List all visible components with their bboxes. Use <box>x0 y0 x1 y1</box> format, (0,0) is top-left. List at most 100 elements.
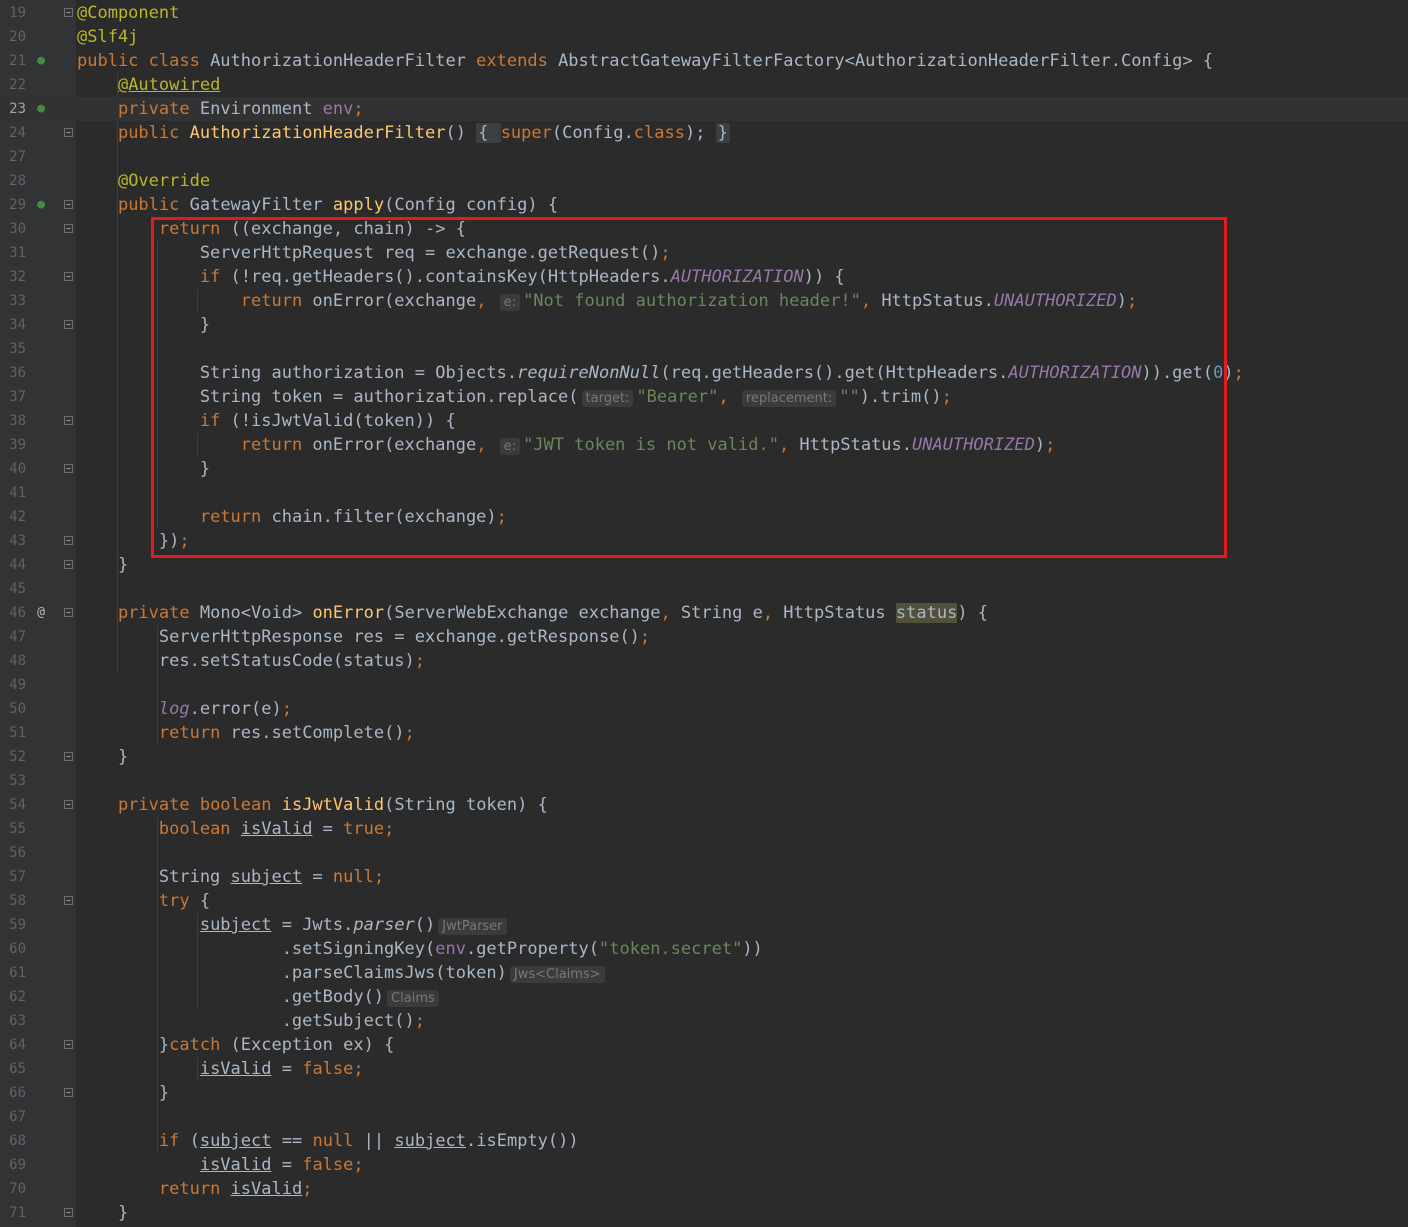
line-number[interactable]: 61 <box>0 961 26 985</box>
line-number[interactable]: 69 <box>0 1153 26 1177</box>
code-line[interactable]: 64 }catch (Exception ex) { <box>0 1033 1408 1057</box>
code-line[interactable]: 51 return res.setComplete(); <box>0 721 1408 745</box>
code-line[interactable]: 65 isValid = false; <box>0 1057 1408 1081</box>
code-line[interactable]: 53 <box>0 769 1408 793</box>
fold-marker-icon[interactable] <box>64 1088 73 1097</box>
code-line[interactable]: 23 ● private Environment env; <box>0 97 1408 121</box>
line-number[interactable]: 31 <box>0 241 26 265</box>
code-line[interactable]: 49 <box>0 673 1408 697</box>
line-number[interactable]: 51 <box>0 721 26 745</box>
code-line[interactable]: 67 <box>0 1105 1408 1129</box>
line-number[interactable]: 56 <box>0 841 26 865</box>
code-line[interactable]: 71 } <box>0 1201 1408 1225</box>
line-number[interactable]: 59 <box>0 913 26 937</box>
line-number[interactable]: 34 <box>0 313 26 337</box>
line-number[interactable]: 33 <box>0 289 26 313</box>
line-number[interactable]: 39 <box>0 433 26 457</box>
code-line[interactable]: 50 log.error(e); <box>0 697 1408 721</box>
code-line[interactable]: 38 if (!isJwtValid(token)) { <box>0 409 1408 433</box>
code-line[interactable]: 35 <box>0 337 1408 361</box>
line-number[interactable]: 67 <box>0 1105 26 1129</box>
code-line[interactable]: 29 ● public GatewayFilter apply(Config co… <box>0 193 1408 217</box>
code-line[interactable]: 63 .getSubject(); <box>0 1009 1408 1033</box>
code-line[interactable]: 43 }); <box>0 529 1408 553</box>
code-line[interactable]: 24 public AuthorizationHeaderFilter() { … <box>0 121 1408 145</box>
code-line[interactable]: 39 return onError(exchange, e: "JWT token… <box>0 433 1408 457</box>
fold-marker-icon[interactable] <box>64 1040 73 1049</box>
line-number[interactable]: 19 <box>0 1 26 25</box>
line-number[interactable]: 37 <box>0 385 26 409</box>
line-number[interactable]: 36 <box>0 361 26 385</box>
line-number[interactable]: 28 <box>0 169 26 193</box>
code-line[interactable]: 33 return onError(exchange, e: "Not found… <box>0 289 1408 313</box>
override-icon[interactable]: ● <box>33 197 49 213</box>
code-line[interactable]: 68 if (subject == null || subject.isEmpt… <box>0 1129 1408 1153</box>
code-editor[interactable]: 19 @Component 20 @Slf4j 21 ● public class Auth… <box>0 0 1408 1227</box>
line-number[interactable]: 68 <box>0 1129 26 1153</box>
line-number[interactable]: 50 <box>0 697 26 721</box>
fold-marker-icon[interactable] <box>64 128 73 137</box>
code-line[interactable]: 69 isValid = false; <box>0 1153 1408 1177</box>
line-number[interactable]: 45 <box>0 577 26 601</box>
at-icon[interactable]: @ <box>33 605 49 621</box>
bean-icon[interactable]: ● <box>33 53 49 69</box>
code-line[interactable]: 27 <box>0 145 1408 169</box>
line-number[interactable]: 29 <box>0 193 26 217</box>
code-line[interactable]: 22 @Autowired <box>0 73 1408 97</box>
line-number[interactable]: 54 <box>0 793 26 817</box>
fold-marker-icon[interactable] <box>64 800 73 809</box>
code-line[interactable]: 59 subject = Jwts.parser() JwtParser <box>0 913 1408 937</box>
line-number[interactable]: 35 <box>0 337 26 361</box>
code-line[interactable]: 32 if (!req.getHeaders().containsKey(Htt… <box>0 265 1408 289</box>
code-line[interactable]: 28 @Override <box>0 169 1408 193</box>
code-line[interactable]: 70 return isValid; <box>0 1177 1408 1201</box>
line-number[interactable]: 42 <box>0 505 26 529</box>
code-line[interactable]: 45 <box>0 577 1408 601</box>
line-number[interactable]: 27 <box>0 145 26 169</box>
code-line[interactable]: 20 @Slf4j <box>0 25 1408 49</box>
line-number[interactable]: 49 <box>0 673 26 697</box>
code-line[interactable]: 56 <box>0 841 1408 865</box>
line-number[interactable]: 66 <box>0 1081 26 1105</box>
code-line[interactable]: 62 .getBody() Claims <box>0 985 1408 1009</box>
line-number[interactable]: 44 <box>0 553 26 577</box>
code-line[interactable]: 60 .setSigningKey(env.getProperty("token… <box>0 937 1408 961</box>
line-number[interactable]: 57 <box>0 865 26 889</box>
code-line[interactable]: 34 } <box>0 313 1408 337</box>
line-number[interactable]: 60 <box>0 937 26 961</box>
code-line[interactable]: 41 <box>0 481 1408 505</box>
fold-marker-icon[interactable] <box>64 560 73 569</box>
line-number[interactable]: 32 <box>0 265 26 289</box>
code-line[interactable]: 31 ServerHttpRequest req = exchange.getR… <box>0 241 1408 265</box>
line-number[interactable]: 63 <box>0 1009 26 1033</box>
line-number[interactable]: 47 <box>0 625 26 649</box>
code-line[interactable]: 57 String subject = null; <box>0 865 1408 889</box>
fold-marker-icon[interactable] <box>64 608 73 617</box>
line-number[interactable]: 62 <box>0 985 26 1009</box>
fold-marker-icon[interactable] <box>64 536 73 545</box>
fold-marker-icon[interactable] <box>64 8 73 17</box>
code-line[interactable]: 54 private boolean isJwtValid(String tok… <box>0 793 1408 817</box>
fold-marker-icon[interactable] <box>64 200 73 209</box>
line-number[interactable]: 55 <box>0 817 26 841</box>
code-line[interactable]: 44 } <box>0 553 1408 577</box>
code-line[interactable]: 47 ServerHttpResponse res = exchange.get… <box>0 625 1408 649</box>
code-line[interactable]: 48 res.setStatusCode(status); <box>0 649 1408 673</box>
line-number[interactable]: 24 <box>0 121 26 145</box>
code-line[interactable]: 36 String authorization = Objects.requir… <box>0 361 1408 385</box>
code-line[interactable]: 37 String token = authorization.replace(… <box>0 385 1408 409</box>
fold-marker-icon[interactable] <box>64 224 73 233</box>
line-number[interactable]: 21 <box>0 49 26 73</box>
line-number[interactable]: 22 <box>0 73 26 97</box>
code-line[interactable]: 46 @ private Mono<Void> onError(ServerWeb… <box>0 601 1408 625</box>
code-line[interactable]: 66 } <box>0 1081 1408 1105</box>
line-number[interactable]: 64 <box>0 1033 26 1057</box>
code-line[interactable]: 30 return ((exchange, chain) -> { <box>0 217 1408 241</box>
line-number[interactable]: 70 <box>0 1177 26 1201</box>
line-number[interactable]: 40 <box>0 457 26 481</box>
code-line[interactable]: 21 ● public class AuthorizationHeaderFilte… <box>0 49 1408 73</box>
code-line[interactable]: 61 .parseClaimsJws(token) Jws<Claims> <box>0 961 1408 985</box>
fold-marker-icon[interactable] <box>64 896 73 905</box>
fold-marker-icon[interactable] <box>64 320 73 329</box>
fold-marker-icon[interactable] <box>64 464 73 473</box>
